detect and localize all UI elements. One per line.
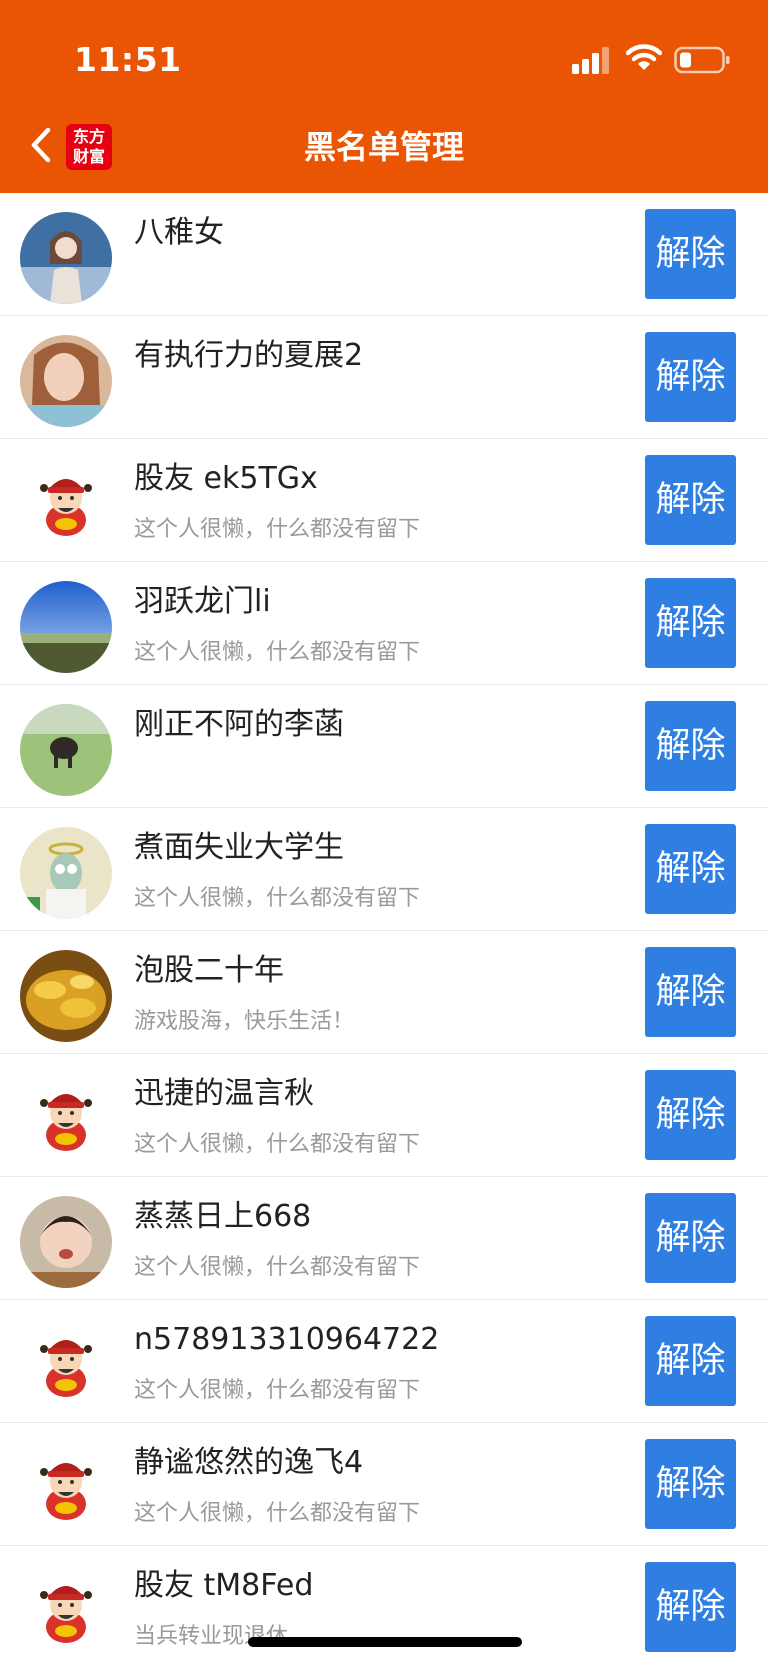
nav-header: 11:51 东方 财富 黑名单管理	[0, 0, 768, 193]
default-mascot-icon[interactable]	[20, 1073, 112, 1165]
list-item[interactable]: 蒸蒸日上668 这个人很懒，什么都没有留下 解除	[0, 1177, 768, 1300]
user-avatar[interactable]	[20, 1196, 112, 1288]
list-item[interactable]: n578913310964722 这个人很懒，什么都没有留下 解除	[0, 1300, 768, 1423]
user-bio: 这个人很懒，什么都没有留下	[134, 1132, 421, 1157]
unblock-button[interactable]: 解除	[645, 209, 736, 299]
unblock-button[interactable]: 解除	[645, 1070, 736, 1160]
default-mascot-icon[interactable]	[20, 1442, 112, 1534]
wifi-icon	[626, 44, 662, 70]
user-name[interactable]: 刚正不阿的李菡	[134, 705, 344, 745]
page-title: 黑名单管理	[303, 128, 464, 166]
user-avatar[interactable]	[20, 335, 112, 427]
user-name[interactable]: 静谧悠然的逸飞4	[134, 1443, 363, 1483]
user-name[interactable]: 股友 ek5TGx	[134, 459, 318, 499]
user-bio: 这个人很懒，什么都没有留下	[134, 1378, 421, 1403]
user-avatar[interactable]	[20, 212, 112, 304]
unblock-button[interactable]: 解除	[645, 947, 736, 1037]
blacklist-list: 八稚女 解除 有执行力的夏展2 解除 股友 ek5TGx 这个人很懒，什么都没有留下 解除羽…	[0, 193, 768, 1663]
user-name[interactable]: 有执行力的夏展2	[134, 336, 363, 376]
logo-line1: 东方	[72, 127, 105, 146]
user-avatar[interactable]	[20, 827, 112, 919]
user-name[interactable]: 八稚女	[134, 213, 224, 253]
home-indicator	[248, 1637, 522, 1647]
user-avatar[interactable]	[20, 704, 112, 796]
user-name[interactable]: 迅捷的温言秋	[134, 1074, 314, 1114]
user-name[interactable]: 股友 tM8Fed	[134, 1566, 313, 1606]
battery-icon	[674, 46, 730, 74]
user-bio: 游戏股海，快乐生活！	[134, 1009, 355, 1034]
user-bio: 这个人很懒，什么都没有留下	[134, 886, 421, 911]
user-bio: 这个人很懒，什么都没有留下	[134, 640, 421, 665]
cellular-signal-icon	[572, 47, 609, 74]
list-item[interactable]: 羽跃龙门li 这个人很懒，什么都没有留下 解除	[0, 562, 768, 685]
list-item[interactable]: 股友 ek5TGx 这个人很懒，什么都没有留下 解除	[0, 439, 768, 562]
unblock-button[interactable]: 解除	[645, 824, 736, 914]
list-item[interactable]: 有执行力的夏展2 解除	[0, 316, 768, 439]
unblock-button[interactable]: 解除	[645, 1193, 736, 1283]
unblock-button[interactable]: 解除	[645, 701, 736, 791]
list-item[interactable]: 煮面失业大学生这个人很懒，什么都没有留下 解除	[0, 808, 768, 931]
user-name[interactable]: 煮面失业大学生	[134, 828, 344, 868]
user-bio: 这个人很懒，什么都没有留下	[134, 517, 421, 542]
default-mascot-icon[interactable]	[20, 1565, 112, 1657]
unblock-button[interactable]: 解除	[645, 1562, 736, 1652]
user-bio: 这个人很懒，什么都没有留下	[134, 1501, 421, 1526]
default-mascot-icon[interactable]	[20, 458, 112, 550]
back-chevron-icon[interactable]	[26, 124, 60, 166]
list-item[interactable]: 静谧悠然的逸飞4 这个人很懒，什么都没有留下 解除	[0, 1423, 768, 1546]
unblock-button[interactable]: 解除	[645, 455, 736, 545]
unblock-button[interactable]: 解除	[645, 1316, 736, 1406]
user-name[interactable]: 泡股二十年	[134, 951, 284, 991]
user-name[interactable]: n578913310964722	[134, 1320, 439, 1360]
user-bio: 这个人很懒，什么都没有留下	[134, 1255, 421, 1280]
list-item[interactable]: 迅捷的温言秋这个人很懒，什么都没有留下 解除	[0, 1054, 768, 1177]
unblock-button[interactable]: 解除	[645, 332, 736, 422]
list-item[interactable]: 刚正不阿的李菡 解除	[0, 685, 768, 808]
unblock-button[interactable]: 解除	[645, 1439, 736, 1529]
user-name[interactable]: 蒸蒸日上668	[134, 1197, 311, 1237]
list-item[interactable]: 泡股二十年游戏股海，快乐生活！ 解除	[0, 931, 768, 1054]
status-time: 11:51	[74, 40, 182, 79]
default-mascot-icon[interactable]	[20, 1319, 112, 1411]
logo-line2: 财富	[72, 147, 105, 166]
unblock-button[interactable]: 解除	[645, 578, 736, 668]
app-logo: 东方 财富	[66, 124, 112, 170]
user-avatar[interactable]	[20, 581, 112, 673]
user-name[interactable]: 羽跃龙门li	[134, 582, 271, 622]
list-item[interactable]: 八稚女 解除	[0, 193, 768, 316]
user-avatar[interactable]	[20, 950, 112, 1042]
